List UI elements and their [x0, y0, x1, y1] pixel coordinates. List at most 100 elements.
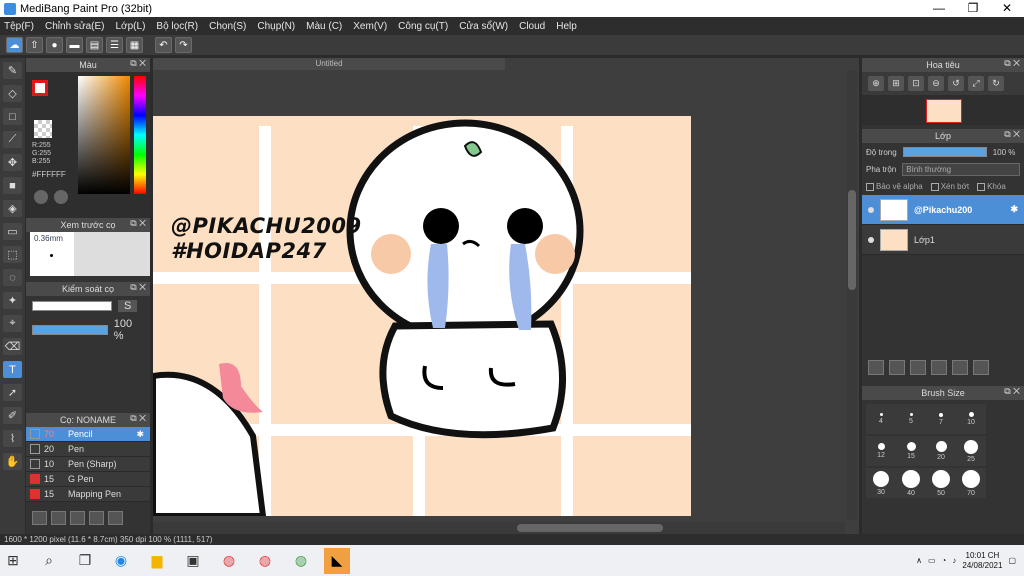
upload-icon[interactable]: ⇧	[26, 37, 43, 53]
layer-row[interactable]: Lớp1	[862, 225, 1024, 255]
menu-filter[interactable]: Bộ lọc(R)	[156, 21, 198, 32]
brush-size-option[interactable]: 50	[926, 468, 956, 498]
new-layer-icon[interactable]	[868, 360, 884, 375]
eraser-tool-icon[interactable]: ◇	[3, 85, 22, 102]
clock[interactable]: 10:01 CH 24/08/2021	[962, 551, 1002, 571]
dropper-pen-tool-icon[interactable]: ✐	[3, 407, 22, 424]
add-brush-icon[interactable]	[32, 511, 47, 525]
brush-opacity-slider[interactable]	[32, 325, 108, 335]
brush-size-option[interactable]: 7	[926, 404, 956, 434]
vertical-scrollbar[interactable]	[847, 70, 857, 520]
undo-icon[interactable]: ↶	[155, 37, 172, 53]
text-tool-icon[interactable]: T	[3, 361, 22, 378]
eye-icon[interactable]	[868, 236, 874, 243]
gradient-tool-icon[interactable]: ▭	[3, 223, 22, 240]
task-view-icon[interactable]: ❐	[72, 548, 98, 574]
maximize-button[interactable]: ❐	[956, 0, 990, 17]
panel-close-icon[interactable]: ⧉ ✕	[1004, 129, 1020, 140]
brush-size-option[interactable]: 10	[956, 404, 986, 434]
brush-size-option[interactable]: 30	[866, 468, 896, 498]
hue-slider[interactable]	[134, 76, 146, 194]
file-explorer-icon[interactable]: ▆	[144, 548, 170, 574]
brush-properties-icon[interactable]	[89, 511, 104, 525]
operation-tool-icon[interactable]: ➚	[3, 384, 22, 401]
layer-row[interactable]: @Pikachu200 ✱	[862, 195, 1024, 225]
zoom-in-icon[interactable]: ⊕	[868, 76, 884, 91]
menu-capture[interactable]: Chụp(N)	[257, 21, 295, 32]
brush-size-slider[interactable]	[32, 301, 112, 311]
rotate-right-icon[interactable]: ↻	[988, 76, 1004, 91]
volume-icon[interactable]: ♪	[952, 556, 956, 565]
new-1bit-layer-icon[interactable]	[910, 360, 926, 375]
brush-item[interactable]: 10 Pen (Sharp)	[26, 457, 150, 472]
redo-icon[interactable]: ↷	[175, 37, 192, 53]
transparent-swatch[interactable]	[34, 120, 52, 138]
panel-close-icon[interactable]: ⧉ ✕	[1004, 58, 1020, 69]
brush-tool-icon[interactable]: ✎	[3, 62, 22, 79]
layer-menu-icon[interactable]	[931, 360, 947, 375]
select-pen-tool-icon[interactable]: ⌖	[3, 315, 22, 332]
edge-icon[interactable]: ◉	[108, 548, 134, 574]
medibang-icon[interactable]: ◣	[324, 547, 350, 574]
chrome-profile-icon[interactable]: ◍	[252, 548, 278, 574]
notification-icon[interactable]: ▢	[1008, 556, 1016, 565]
list-icon[interactable]: ☰	[106, 37, 123, 53]
eye-icon[interactable]	[868, 206, 874, 213]
menu-layer[interactable]: Lớp(L)	[116, 21, 146, 32]
zoom-actual-icon[interactable]: ⊡	[908, 76, 924, 91]
panel-close-icon[interactable]: ⧉ ✕	[130, 282, 146, 293]
document-icon[interactable]: ▤	[86, 37, 103, 53]
menu-cloud[interactable]: Cloud	[519, 21, 545, 32]
brush-item[interactable]: 70 Pencil ✱	[26, 427, 150, 442]
chrome-icon[interactable]: ◍	[216, 548, 242, 574]
brush-menu-icon[interactable]	[70, 511, 85, 525]
zoom-out-icon[interactable]: ⊖	[928, 76, 944, 91]
brush-size-option[interactable]: 25	[956, 436, 986, 466]
duplicate-layer-icon[interactable]	[973, 360, 989, 375]
palette-icon[interactable]	[54, 190, 68, 204]
clipping-checkbox[interactable]: Xén bớt	[930, 182, 969, 191]
fill-rect-tool-icon[interactable]: ■	[3, 177, 22, 194]
gear-icon[interactable]: ✱	[136, 429, 144, 440]
magic-wand-tool-icon[interactable]: ✦	[3, 292, 22, 309]
panel-close-icon[interactable]: ⧉ ✕	[130, 218, 146, 229]
navigator-thumbnail[interactable]	[862, 95, 1024, 125]
pen-tool-icon[interactable]: ⟋	[3, 131, 22, 148]
brush-item[interactable]: 15 Mapping Pen	[26, 487, 150, 502]
folder-icon[interactable]	[108, 511, 123, 525]
panel-close-icon[interactable]: ⧉ ✕	[130, 413, 146, 424]
menu-color[interactable]: Màu (C)	[306, 21, 342, 32]
bucket-tool-icon[interactable]: ◈	[3, 200, 22, 217]
store-icon[interactable]: ▣	[180, 548, 206, 574]
zoom-fit-icon[interactable]: ⊞	[888, 76, 904, 91]
layer-opacity-slider[interactable]	[902, 147, 987, 157]
brush-size-option[interactable]: 12	[866, 436, 896, 466]
eyedropper-tool-icon[interactable]: ⌇	[3, 430, 22, 447]
brush-size-option[interactable]: 70	[956, 468, 986, 498]
menu-window[interactable]: Cửa sổ(W)	[459, 21, 508, 32]
size-mode-button[interactable]: S	[118, 300, 138, 312]
panel-close-icon[interactable]: ⧉ ✕	[130, 58, 146, 69]
menu-edit[interactable]: Chỉnh sửa(E)	[45, 21, 105, 32]
comment-icon[interactable]: ●	[46, 37, 63, 53]
chevron-up-icon[interactable]: ∧	[916, 556, 922, 565]
fit-window-icon[interactable]: ⤢	[968, 76, 984, 91]
brush-size-option[interactable]: 5	[896, 404, 926, 434]
menu-help[interactable]: Help	[556, 21, 577, 32]
foreground-color-swatch[interactable]	[32, 80, 48, 96]
close-button[interactable]: ✕	[990, 0, 1024, 17]
brush-size-option[interactable]: 40	[896, 468, 926, 498]
protect-alpha-checkbox[interactable]: Bảo vệ alpha	[866, 182, 923, 191]
drawing-canvas[interactable]: @PIKACHU2009 #HOIDAP247	[153, 116, 691, 516]
document-tab[interactable]: Untitled	[153, 58, 505, 70]
battery-icon[interactable]: ▭	[928, 556, 936, 565]
network-icon[interactable]: ◔	[942, 556, 947, 565]
cloud-icon[interactable]: ☁	[6, 37, 23, 53]
menu-view[interactable]: Xem(V)	[353, 21, 387, 32]
chrome-alt-icon[interactable]: ◍	[288, 548, 314, 574]
move-tool-icon[interactable]: ✥	[3, 154, 22, 171]
lasso-tool-icon[interactable]: ◌	[3, 269, 22, 286]
horizontal-scrollbar[interactable]	[153, 522, 845, 534]
saturation-value-picker[interactable]	[78, 76, 130, 194]
brush-size-option[interactable]: 20	[926, 436, 956, 466]
